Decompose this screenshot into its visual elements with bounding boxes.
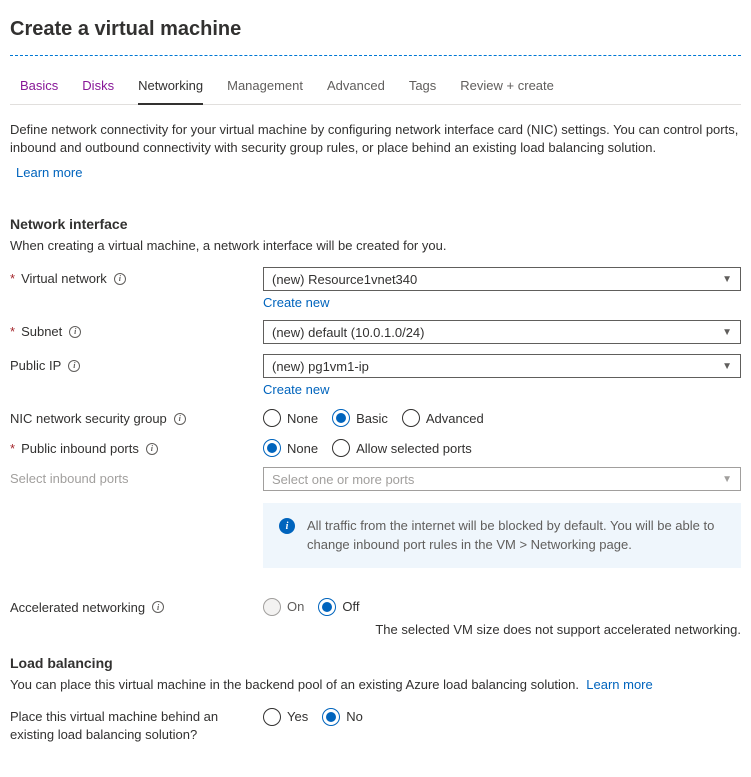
ports-info-box: i All traffic from the internet will be …	[263, 503, 741, 567]
lb-radio-group: Yes No	[263, 706, 741, 726]
pports-allow-label: Allow selected ports	[356, 441, 472, 456]
select-ports-placeholder: Select one or more ports	[272, 472, 414, 487]
wizard-tabs: Basics Disks Networking Management Advan…	[10, 72, 741, 105]
info-icon[interactable]: i	[146, 443, 158, 455]
nsg-none-label: None	[287, 411, 318, 426]
required-marker: *	[10, 324, 15, 339]
load-balancing-desc: You can place this virtual machine in th…	[10, 677, 741, 692]
subnet-value: (new) default (10.0.1.0/24)	[272, 325, 424, 340]
accel-on-label: On	[287, 599, 304, 614]
tab-advanced[interactable]: Advanced	[327, 72, 385, 104]
nsg-basic-label: Basic	[356, 411, 388, 426]
lb-learn-more-link[interactable]: Learn more	[586, 677, 652, 692]
intro-text: Define network connectivity for your vir…	[10, 121, 741, 157]
virtual-network-value: (new) Resource1vnet340	[272, 272, 417, 287]
nsg-radio-group: None Basic Advanced	[263, 407, 741, 427]
subnet-select[interactable]: (new) default (10.0.1.0/24) ▼	[263, 320, 741, 344]
chevron-down-icon: ▼	[722, 361, 732, 372]
network-interface-desc: When creating a virtual machine, a netwo…	[10, 238, 741, 253]
public-ip-select[interactable]: (new) pg1vm1-ip ▼	[263, 354, 741, 378]
lb-no-radio[interactable]: No	[322, 708, 363, 726]
public-ports-radio-group: None Allow selected ports	[263, 437, 741, 457]
pports-allow-radio[interactable]: Allow selected ports	[332, 439, 472, 457]
accel-helper-text: The selected VM size does not support ac…	[263, 622, 741, 637]
virtual-network-select[interactable]: (new) Resource1vnet340 ▼	[263, 267, 741, 291]
accel-off-label: Off	[342, 599, 359, 614]
chevron-down-icon: ▼	[722, 474, 732, 485]
tab-basics[interactable]: Basics	[20, 72, 58, 104]
nsg-none-radio[interactable]: None	[263, 409, 318, 427]
accel-off-radio[interactable]: Off	[318, 598, 359, 616]
lb-yes-radio[interactable]: Yes	[263, 708, 308, 726]
info-icon[interactable]: i	[174, 413, 186, 425]
select-ports-label: Select inbound ports	[10, 471, 129, 486]
learn-more-link[interactable]: Learn more	[16, 165, 82, 180]
info-icon[interactable]: i	[152, 601, 164, 613]
lb-yes-label: Yes	[287, 709, 308, 724]
tab-disks[interactable]: Disks	[82, 72, 114, 104]
public-ports-label: Public inbound ports	[21, 441, 139, 456]
create-new-pip-link[interactable]: Create new	[263, 382, 329, 397]
pports-none-label: None	[287, 441, 318, 456]
accel-label: Accelerated networking	[10, 600, 145, 615]
lb-desc-text: You can place this virtual machine in th…	[10, 677, 579, 692]
nsg-basic-radio[interactable]: Basic	[332, 409, 388, 427]
required-marker: *	[10, 271, 15, 286]
info-icon: i	[279, 518, 295, 534]
info-icon[interactable]: i	[69, 326, 81, 338]
divider	[10, 55, 741, 56]
info-icon[interactable]: i	[68, 360, 80, 372]
load-balancing-heading: Load balancing	[10, 655, 741, 671]
chevron-down-icon: ▼	[722, 327, 732, 338]
chevron-down-icon: ▼	[722, 274, 732, 285]
subnet-label: Subnet	[21, 324, 62, 339]
accel-radio-group: On Off	[263, 596, 741, 616]
nsg-advanced-label: Advanced	[426, 411, 484, 426]
info-icon[interactable]: i	[114, 273, 126, 285]
select-ports-dropdown: Select one or more ports ▼	[263, 467, 741, 491]
public-ip-label: Public IP	[10, 358, 61, 373]
accel-on-radio: On	[263, 598, 304, 616]
lb-place-label: Place this virtual machine behind an exi…	[10, 709, 218, 742]
nsg-label: NIC network security group	[10, 411, 167, 426]
page-title: Create a virtual machine	[10, 18, 741, 41]
public-ip-value: (new) pg1vm1-ip	[272, 359, 369, 374]
create-new-vnet-link[interactable]: Create new	[263, 295, 329, 310]
tab-management[interactable]: Management	[227, 72, 303, 104]
required-marker: *	[10, 441, 15, 456]
ports-info-text: All traffic from the internet will be bl…	[307, 517, 725, 553]
tab-networking[interactable]: Networking	[138, 72, 203, 105]
tab-tags[interactable]: Tags	[409, 72, 436, 104]
virtual-network-label: Virtual network	[21, 271, 107, 286]
tab-review[interactable]: Review + create	[460, 72, 554, 104]
nsg-advanced-radio[interactable]: Advanced	[402, 409, 484, 427]
network-interface-heading: Network interface	[10, 216, 741, 232]
pports-none-radio[interactable]: None	[263, 439, 318, 457]
lb-no-label: No	[346, 709, 363, 724]
